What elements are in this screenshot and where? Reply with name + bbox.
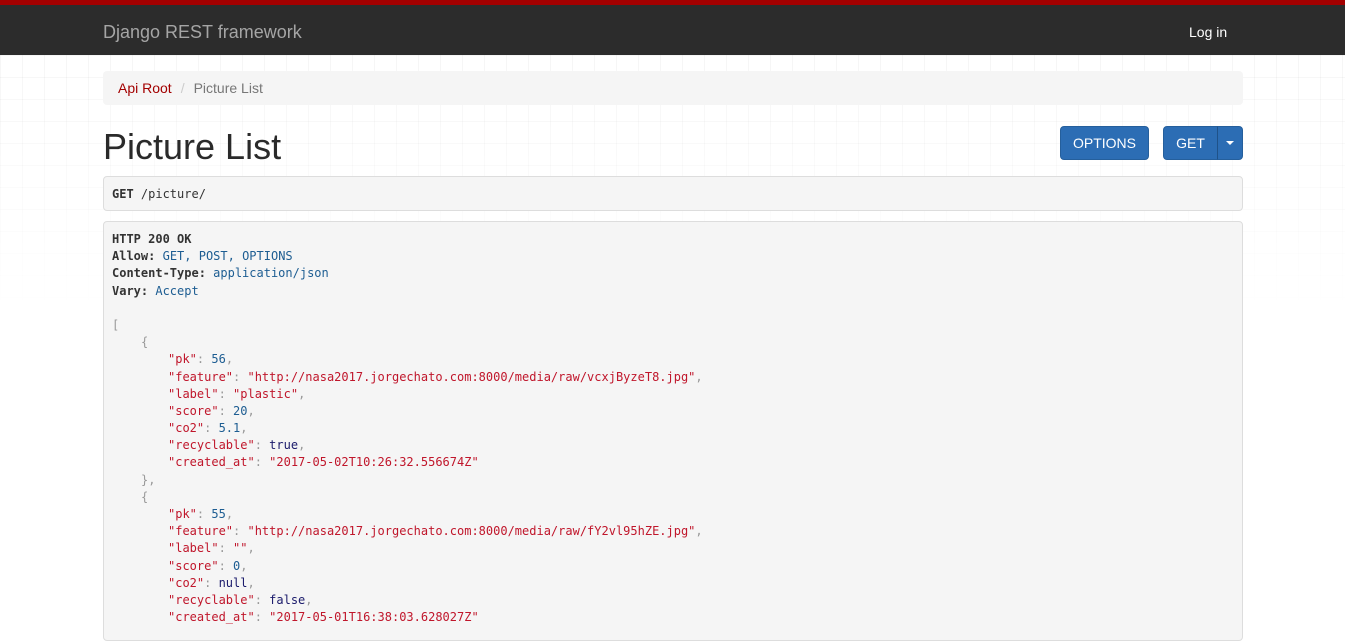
json-field-recyclable: "recyclable": true, bbox=[168, 438, 306, 453]
json-object-open: { bbox=[141, 335, 149, 350]
header-content-type-value: application/json bbox=[213, 266, 329, 281]
get-button[interactable]: GET bbox=[1163, 126, 1218, 160]
caret-down-icon bbox=[1226, 141, 1234, 145]
response-status: HTTP 200 OK bbox=[112, 232, 192, 246]
json-object-close: }, bbox=[141, 472, 156, 487]
json-field-feature: "feature": "http://nasa2017.jorgechato.c… bbox=[168, 524, 703, 539]
page-title: Picture List bbox=[103, 126, 282, 167]
options-button[interactable]: OPTIONS bbox=[1060, 126, 1149, 160]
brand-link[interactable]: Django REST framework bbox=[103, 22, 302, 43]
json-field-created-at: "created_at": "2017-05-01T16:38:03.62802… bbox=[168, 610, 479, 625]
json-field-co2: "co2": null, bbox=[168, 575, 255, 590]
request-info: GET /picture/ bbox=[103, 176, 1243, 211]
json-field-pk: "pk": 56, bbox=[168, 352, 234, 367]
json-field-feature: "feature": "http://nasa2017.jorgechato.c… bbox=[168, 369, 703, 384]
breadcrumb-current: Picture List bbox=[193, 80, 263, 96]
request-method: GET bbox=[112, 187, 134, 201]
json-field-pk: "pk": 55, bbox=[168, 507, 234, 521]
get-format-dropdown-toggle[interactable] bbox=[1217, 126, 1243, 160]
top-navbar: Django REST framework Log in bbox=[0, 0, 1345, 55]
json-field-label: "label": "plastic", bbox=[168, 386, 306, 401]
login-link[interactable]: Log in bbox=[1189, 24, 1227, 40]
json-field-created-at: "created_at": "2017-05-02T10:26:32.55667… bbox=[168, 455, 479, 470]
request-path: /picture/ bbox=[133, 187, 206, 201]
header-content-type-name: Content-Type: bbox=[112, 266, 206, 281]
breadcrumb: Api Root / Picture List bbox=[103, 71, 1243, 105]
header-vary-value: Accept bbox=[155, 283, 199, 298]
json-field-label: "label": "", bbox=[168, 541, 255, 556]
json-field-score: "score": 20, bbox=[168, 403, 255, 418]
header-allow-value: GET, POST, OPTIONS bbox=[162, 249, 293, 264]
json-field-co2: "co2": 5.1, bbox=[168, 421, 248, 436]
response-info: HTTP 200 OK Allow: GET, POST, OPTIONS Co… bbox=[103, 221, 1243, 641]
header-vary-name: Vary: bbox=[112, 283, 149, 298]
json-field-score: "score": 0, bbox=[168, 558, 248, 573]
breadcrumb-api-root-link[interactable]: Api Root bbox=[118, 80, 172, 96]
header-allow-name: Allow: bbox=[112, 249, 156, 264]
json-open-bracket: [ bbox=[112, 317, 120, 332]
breadcrumb-separator: / bbox=[180, 80, 185, 96]
json-field-recyclable: "recyclable": false, bbox=[168, 592, 313, 607]
json-object-open: { bbox=[141, 489, 149, 504]
